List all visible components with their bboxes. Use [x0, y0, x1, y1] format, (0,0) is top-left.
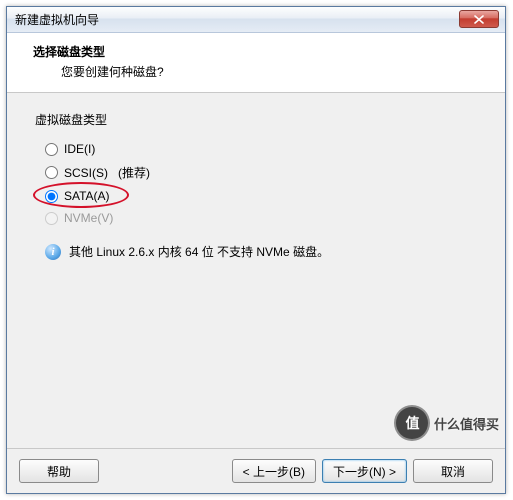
close-icon [474, 15, 484, 24]
group-label: 虚拟磁盘类型 [35, 111, 485, 128]
radio-ide[interactable]: IDE(I) [35, 138, 485, 160]
header-panel: 选择磁盘类型 您要创建何种磁盘? [7, 33, 505, 93]
content-area: 虚拟磁盘类型 IDE(I) SCSI(S) (推荐) SATA(A) NVMe(… [7, 93, 505, 448]
titlebar: 新建虚拟机向导 [7, 7, 505, 33]
window-title: 新建虚拟机向导 [15, 11, 99, 28]
radio-sata-input[interactable] [45, 190, 58, 203]
radio-scsi[interactable]: SCSI(S) (推荐) [35, 160, 485, 185]
radio-ide-input[interactable] [45, 143, 58, 156]
next-button[interactable]: 下一步(N) > [322, 459, 407, 483]
radio-nvme: NVMe(V) [35, 207, 485, 229]
radio-sata[interactable]: SATA(A) [35, 185, 485, 207]
info-row: i 其他 Linux 2.6.x 内核 64 位 不支持 NVMe 磁盘。 [35, 229, 485, 260]
radio-nvme-label: NVMe(V) [64, 211, 113, 225]
radio-scsi-label: SCSI(S) [64, 166, 108, 180]
radio-nvme-input [45, 212, 58, 225]
help-button[interactable]: 帮助 [19, 459, 99, 483]
info-text: 其他 Linux 2.6.x 内核 64 位 不支持 NVMe 磁盘。 [69, 243, 329, 260]
close-button[interactable] [459, 10, 499, 28]
footer: 帮助 < 上一步(B) 下一步(N) > 取消 [7, 448, 505, 493]
header-title: 选择磁盘类型 [33, 43, 489, 60]
back-button[interactable]: < 上一步(B) [232, 459, 316, 483]
header-subtitle: 您要创建何种磁盘? [33, 60, 489, 80]
wizard-window: 新建虚拟机向导 选择磁盘类型 您要创建何种磁盘? 虚拟磁盘类型 IDE(I) S… [6, 6, 506, 494]
recommend-label: (推荐) [118, 164, 150, 181]
radio-scsi-input[interactable] [45, 166, 58, 179]
cancel-button[interactable]: 取消 [413, 459, 493, 483]
radio-ide-label: IDE(I) [64, 142, 95, 156]
info-icon: i [45, 244, 61, 260]
radio-sata-label: SATA(A) [64, 189, 110, 203]
